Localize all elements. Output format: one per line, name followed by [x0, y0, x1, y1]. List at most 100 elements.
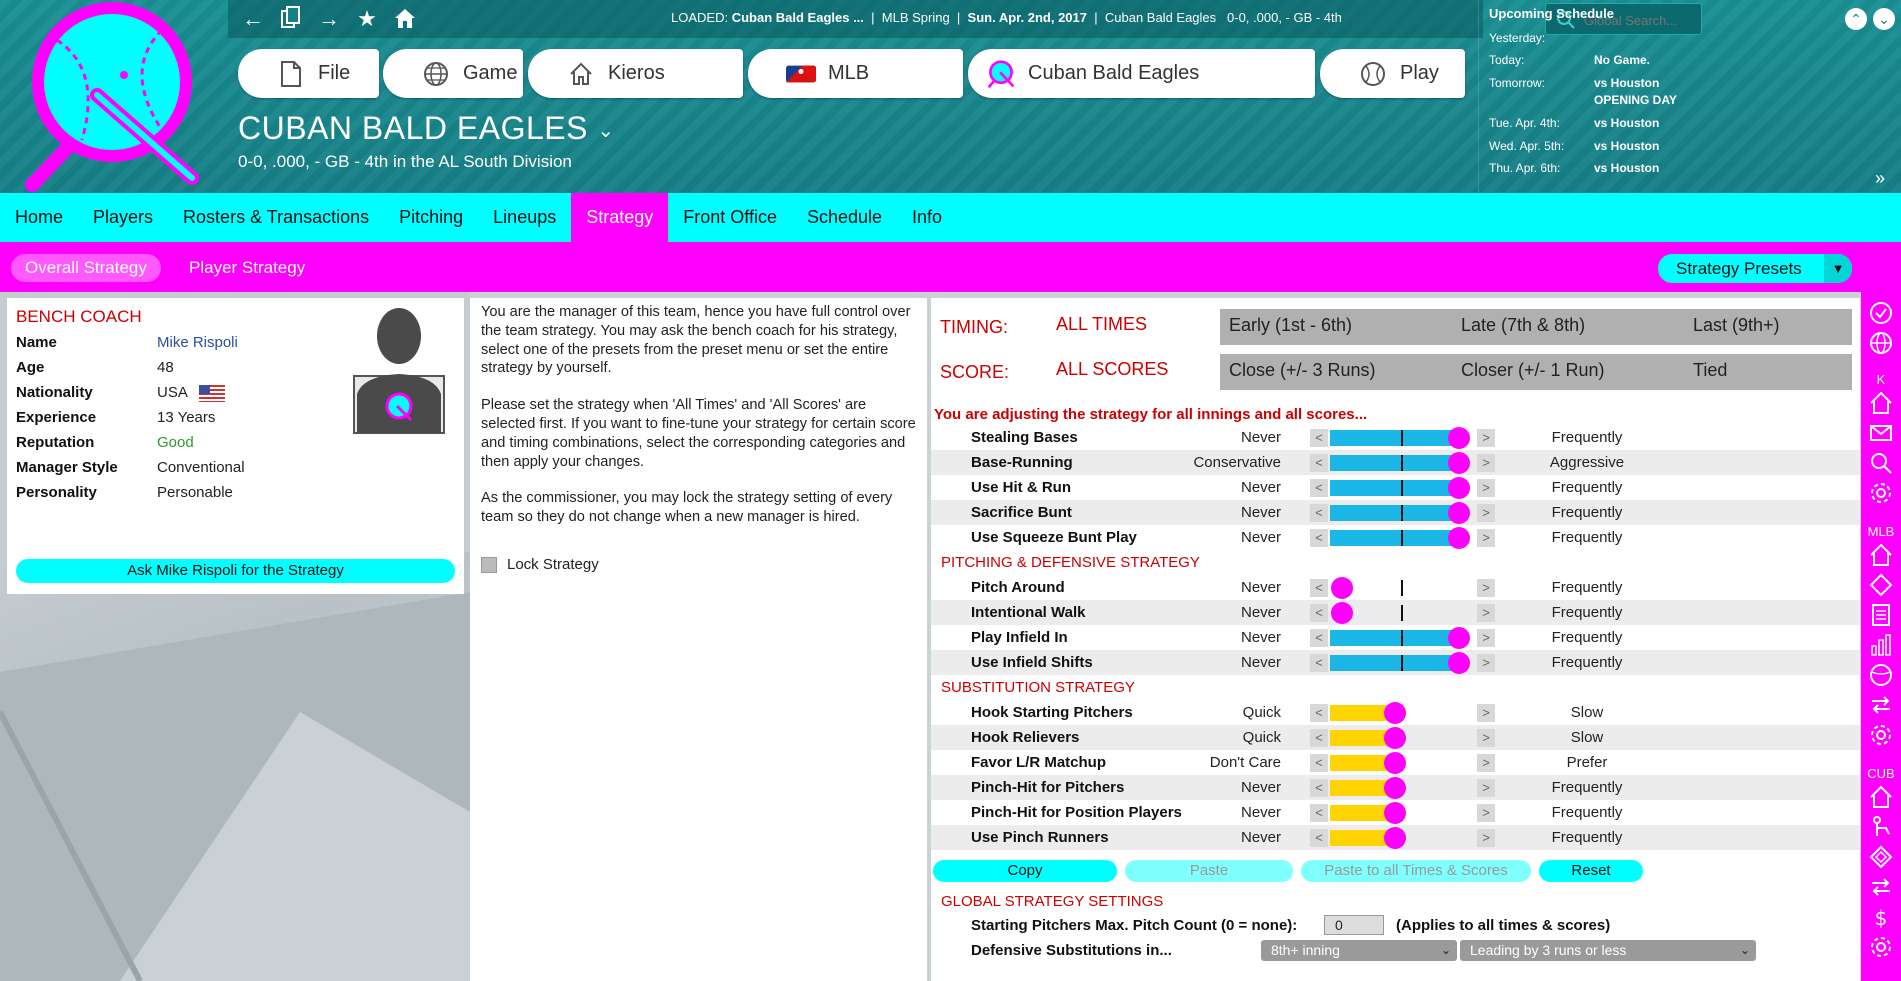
forward-arrow-icon[interactable]: →	[316, 6, 342, 32]
diamond-icon[interactable]	[1868, 844, 1894, 870]
back-arrow-icon[interactable]: ←	[240, 6, 266, 32]
timing-option-early[interactable]: Early (1st - 6th)	[1229, 315, 1352, 336]
diamond-icon[interactable]	[1868, 572, 1894, 598]
schedule-value[interactable]: vs Houston	[1594, 139, 1659, 153]
slider-track[interactable]	[1330, 602, 1470, 624]
globe-icon[interactable]	[1868, 330, 1894, 356]
slider-knob[interactable]	[1448, 427, 1470, 449]
list-icon[interactable]	[1868, 602, 1894, 628]
loaded-team[interactable]: Cuban Bald Eagles ...	[732, 10, 864, 25]
dollar-icon[interactable]: $	[1868, 904, 1894, 930]
chevron-left-icon[interactable]: <	[1310, 654, 1328, 672]
mail-icon[interactable]	[1868, 420, 1894, 446]
chevron-left-icon[interactable]: <	[1310, 754, 1328, 772]
tab-info[interactable]: Info	[897, 193, 957, 242]
timing-all-times[interactable]: ALL TIMES	[1056, 314, 1147, 335]
schedule-value[interactable]: vs Houston	[1594, 161, 1659, 175]
reset-button[interactable]: Reset	[1539, 860, 1643, 882]
slider-track[interactable]	[1330, 752, 1470, 774]
tab-strategy[interactable]: Strategy	[571, 193, 669, 242]
tab-rosters-transactions[interactable]: Rosters & Transactions	[168, 193, 384, 242]
home-icon[interactable]	[1868, 542, 1894, 568]
score-option-tied[interactable]: Tied	[1693, 360, 1727, 381]
slider-track[interactable]	[1330, 827, 1470, 849]
check-circle-icon[interactable]	[1868, 300, 1894, 326]
slider-knob[interactable]	[1448, 527, 1470, 549]
copy-button[interactable]: Copy	[933, 860, 1117, 882]
play-menu-button[interactable]: Play	[1320, 49, 1465, 98]
mlb-menu-button[interactable]: MLB	[748, 49, 963, 98]
slider-track[interactable]	[1330, 652, 1470, 674]
chevron-up-icon[interactable]: ⌃	[1845, 8, 1867, 30]
timing-option-late[interactable]: Late (7th & 8th)	[1461, 315, 1585, 336]
paste-all-button[interactable]: Paste to all Times & Scores	[1301, 860, 1531, 882]
slider-knob[interactable]	[1383, 777, 1406, 799]
tab-players[interactable]: Players	[78, 193, 168, 242]
slider-track[interactable]	[1330, 527, 1470, 549]
chevron-left-icon[interactable]: <	[1310, 629, 1328, 647]
coach-name-link[interactable]: Mike Rispoli	[157, 334, 238, 351]
slider-knob[interactable]	[1383, 827, 1406, 849]
slider-knob[interactable]	[1383, 702, 1406, 724]
schedule-row[interactable]: Thu. Apr. 6th: vs Houston	[1489, 161, 1659, 175]
slider-track[interactable]	[1330, 777, 1470, 799]
expand-icon[interactable]: »	[1875, 168, 1885, 189]
tab-schedule[interactable]: Schedule	[792, 193, 897, 242]
baseball-icon[interactable]	[1868, 662, 1894, 688]
slider-track[interactable]	[1330, 727, 1470, 749]
team-logo[interactable]	[12, 0, 212, 192]
chevron-down-icon[interactable]: ⌄	[1873, 8, 1895, 30]
chevron-left-icon[interactable]: <	[1310, 429, 1328, 447]
chevron-left-icon[interactable]: <	[1310, 504, 1328, 522]
pitch-count-input[interactable]: 0	[1324, 915, 1384, 935]
slider-knob[interactable]	[1448, 452, 1470, 474]
home-icon[interactable]	[392, 6, 418, 32]
slider-track[interactable]	[1330, 477, 1470, 499]
slider-track[interactable]	[1330, 802, 1470, 824]
slider-knob[interactable]	[1448, 652, 1470, 674]
strategy-presets-dropdown[interactable]: Strategy Presets ▼	[1658, 254, 1852, 283]
game-menu-button[interactable]: Game	[383, 49, 523, 98]
lock-strategy-checkbox[interactable]: Lock Strategy	[481, 556, 599, 575]
slider-knob[interactable]	[1448, 627, 1470, 649]
chevron-left-icon[interactable]: <	[1310, 529, 1328, 547]
chevron-left-icon[interactable]: <	[1310, 454, 1328, 472]
date-label[interactable]: Sun. Apr. 2nd, 2017	[968, 10, 1087, 25]
slider-track[interactable]	[1330, 627, 1470, 649]
home-icon[interactable]	[1868, 784, 1894, 810]
checkbox-icon[interactable]	[481, 557, 497, 574]
ask-coach-button[interactable]: Ask Mike Rispoli for the Strategy	[16, 559, 455, 583]
chevron-left-icon[interactable]: <	[1310, 779, 1328, 797]
score-all-scores[interactable]: ALL SCORES	[1056, 359, 1168, 380]
def-sub-inning-select[interactable]: 8th+ inning ⌄	[1261, 940, 1457, 961]
gear-icon[interactable]	[1868, 722, 1894, 748]
schedule-row[interactable]: Tue. Apr. 4th: vs Houston	[1489, 116, 1659, 130]
search-icon[interactable]	[1868, 450, 1894, 476]
file-menu-button[interactable]: File	[238, 49, 379, 98]
slider-track[interactable]	[1330, 502, 1470, 524]
medical-icon[interactable]	[1868, 814, 1894, 840]
subtab-player-strategy[interactable]: Player Strategy	[175, 254, 319, 282]
subtab-overall-strategy[interactable]: Overall Strategy	[11, 254, 161, 282]
paste-button[interactable]: Paste	[1125, 860, 1293, 882]
transfer-icon[interactable]	[1868, 692, 1894, 718]
slider-knob[interactable]	[1331, 602, 1353, 624]
chevron-left-icon[interactable]: <	[1310, 704, 1328, 722]
gear-icon[interactable]	[1868, 934, 1894, 960]
chevron-down-icon[interactable]: ▼	[1824, 254, 1852, 283]
slider-track[interactable]	[1330, 427, 1470, 449]
timing-option-last[interactable]: Last (9th+)	[1693, 315, 1780, 336]
slider-knob[interactable]	[1448, 502, 1470, 524]
tab-lineups[interactable]: Lineups	[478, 193, 571, 242]
chevron-down-icon[interactable]: ⌄	[1441, 940, 1451, 961]
slider-knob[interactable]	[1383, 802, 1406, 824]
gear-icon[interactable]	[1868, 480, 1894, 506]
chevron-down-icon[interactable]: ⌄	[1740, 940, 1750, 961]
schedule-value[interactable]: vs Houston	[1594, 76, 1659, 90]
kieros-menu-button[interactable]: Kieros	[528, 49, 743, 98]
copy-icon[interactable]	[278, 6, 304, 32]
chevron-left-icon[interactable]: <	[1310, 604, 1328, 622]
chevron-left-icon[interactable]: <	[1310, 804, 1328, 822]
slider-track[interactable]	[1330, 702, 1470, 724]
tab-home[interactable]: Home	[0, 193, 78, 242]
